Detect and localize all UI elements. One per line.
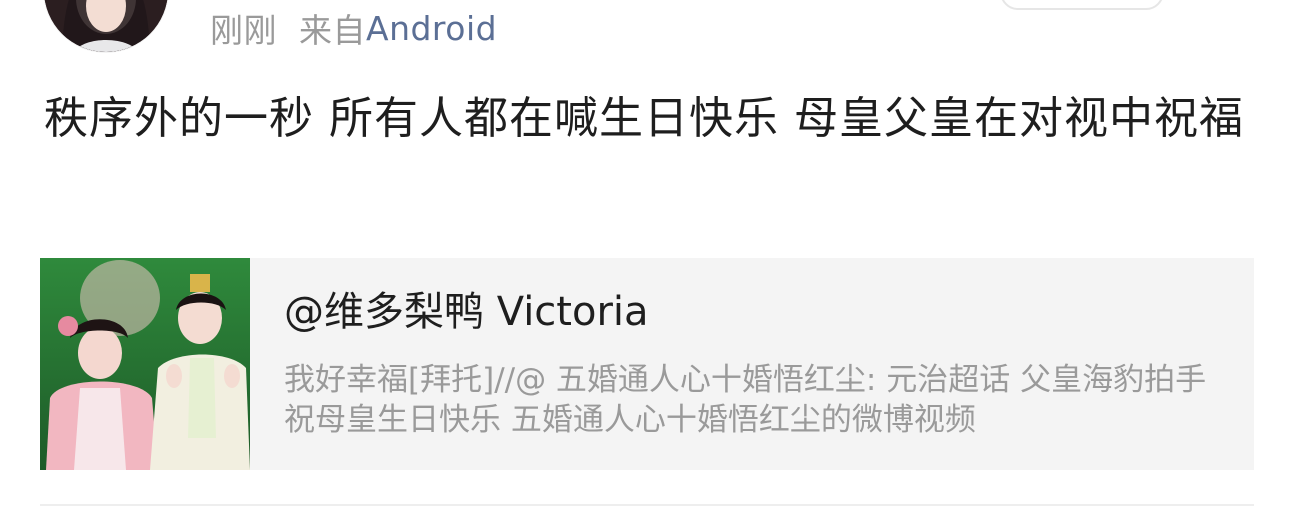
post-meta: 刚刚 来自 Android xyxy=(210,8,497,51)
weibo-post: 刚刚 来自 Android 秩序外的一秒 所有人都在喊生日快乐 母皇父皇在对视中… xyxy=(0,0,1290,510)
post-time: 刚刚 xyxy=(210,11,277,50)
repost-description: 我好幸福[拜托]//@ 五婚通人心十婚悟红尘: 元治超话 父皇海豹拍手祝母皇生日… xyxy=(284,362,1207,438)
follow-button[interactable] xyxy=(1000,0,1164,10)
avatar-image xyxy=(44,0,168,52)
source-device-link[interactable]: Android xyxy=(366,9,497,48)
user-avatar[interactable] xyxy=(44,0,168,52)
post-text: 秩序外的一秒 所有人都在喊生日快乐 母皇父皇在对视中祝福 xyxy=(44,93,1244,144)
source-prefix: 来自 xyxy=(299,11,366,50)
repost-thumbnail[interactable] xyxy=(40,258,250,470)
repost-author[interactable]: @维多梨鸭 Victoria xyxy=(284,286,1214,338)
repost-card[interactable]: @维多梨鸭 Victoria 我好幸福[拜托]//@ 五婚通人心十婚悟红尘: 元… xyxy=(40,258,1254,470)
post-divider xyxy=(40,504,1254,506)
repost-card-body: @维多梨鸭 Victoria 我好幸福[拜托]//@ 五婚通人心十婚悟红尘: 元… xyxy=(250,258,1254,470)
video-thumbnail-image xyxy=(40,258,250,470)
